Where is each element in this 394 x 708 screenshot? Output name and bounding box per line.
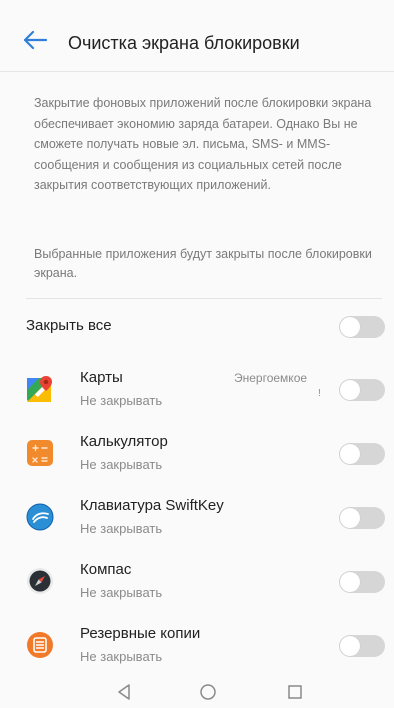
app-toggle-swiftkey[interactable] [339, 507, 385, 529]
app-toggle-maps[interactable] [339, 379, 385, 401]
energy-warning-mark: ! [318, 388, 321, 399]
app-name: Клавиатура SwiftKey [80, 497, 224, 514]
app-toggle-calculator[interactable] [339, 443, 385, 465]
app-name: Калькулятор [80, 433, 168, 450]
toggle-knob [340, 572, 360, 592]
app-name: Карты [80, 369, 123, 386]
app-status: Не закрывать [80, 649, 163, 664]
toggle-knob [340, 380, 360, 400]
toggle-knob [340, 636, 360, 656]
app-row-compass[interactable]: Компас Не закрывать [0, 555, 394, 619]
toggle-knob [340, 444, 360, 464]
compass-icon [26, 567, 54, 595]
recents-square-icon[interactable] [285, 682, 305, 702]
home-circle-icon[interactable] [198, 682, 218, 702]
app-row-backup[interactable]: Резервные копии Не закрывать [0, 619, 394, 683]
divider [26, 298, 382, 299]
app-status: Не закрывать [80, 585, 163, 600]
calculator-icon [26, 439, 54, 467]
top-app-bar: Очистка экрана блокировки [0, 0, 394, 72]
app-row-swiftkey[interactable]: Клавиатура SwiftKey Не закрывать [0, 491, 394, 555]
back-arrow-icon[interactable] [22, 29, 48, 51]
toggle-knob [340, 317, 360, 337]
app-status: Не закрывать [80, 393, 163, 408]
app-row-maps[interactable]: Карты Не закрывать Энергоемкое ! [0, 363, 394, 427]
energy-intensive-badge: Энергоемкое [234, 371, 308, 385]
app-row-calculator[interactable]: Калькулятор Не закрывать [0, 427, 394, 491]
app-toggle-compass[interactable] [339, 571, 385, 593]
backup-icon [26, 631, 54, 659]
system-navigation-bar [0, 676, 394, 708]
page-title: Очистка экрана блокировки [68, 33, 300, 53]
app-name: Резервные копии [80, 625, 201, 642]
close-all-label: Закрыть все [26, 317, 112, 334]
back-triangle-icon[interactable] [114, 682, 134, 702]
app-status: Не закрывать [80, 457, 163, 472]
app-toggle-backup[interactable] [339, 635, 385, 657]
toggle-knob [340, 508, 360, 528]
app-name: Компас [80, 561, 132, 578]
swiftkey-icon [26, 503, 54, 531]
close-all-toggle[interactable] [339, 316, 385, 338]
app-status: Не закрывать [80, 521, 163, 536]
description-paragraph-1: Закрытие фоновых приложений после блокир… [34, 96, 372, 192]
maps-icon [26, 375, 54, 403]
lock-screen-cleanup-screen: Очистка экрана блокировки Закрытие фонов… [0, 0, 394, 708]
description-paragraph-2: Выбранные приложения будут закрыты после… [34, 247, 372, 280]
